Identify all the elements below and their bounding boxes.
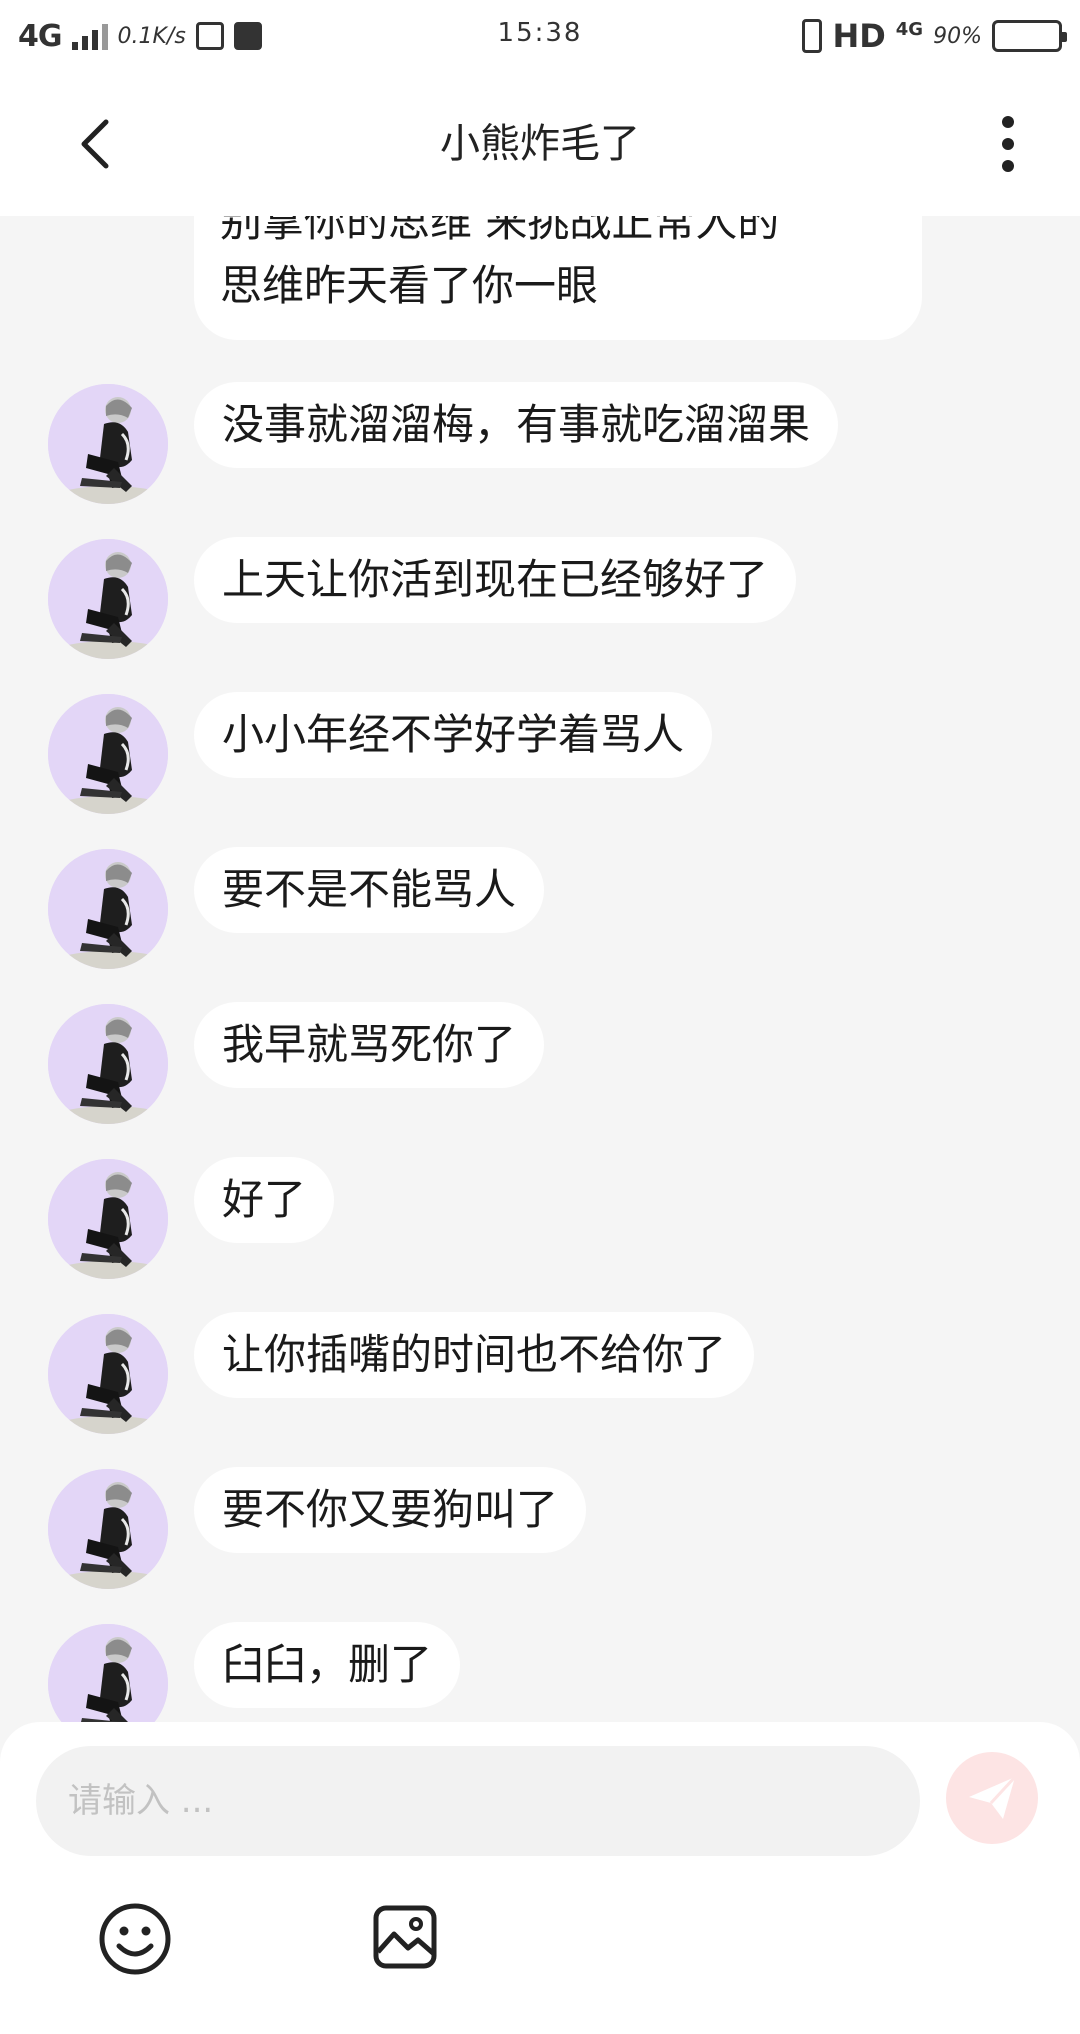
app-header: 小熊炸毛了	[0, 72, 1080, 216]
send-button[interactable]	[946, 1752, 1038, 1844]
avatar-image-icon	[48, 1004, 168, 1124]
message-line: 别拿你的思维 来挑战正常人的	[220, 216, 780, 246]
vibrate-icon	[802, 19, 823, 53]
page-title: 小熊炸毛了	[440, 121, 640, 167]
message-text: 上天让你活到现在已经够好了	[222, 555, 769, 604]
avatar-image-icon	[48, 694, 168, 814]
chevron-left-icon	[81, 119, 109, 169]
avatar-image-icon	[48, 1469, 168, 1589]
message-row: 上天让你活到现在已经够好了	[48, 537, 1048, 661]
avatar[interactable]	[48, 694, 168, 814]
avatar-image-icon	[48, 1624, 168, 1722]
message-text: 我早就骂死你了	[222, 1020, 517, 1069]
avatar[interactable]	[48, 1624, 168, 1722]
back-button[interactable]	[64, 112, 128, 176]
send-icon	[969, 1775, 1017, 1819]
avatar-image-icon	[48, 1159, 168, 1279]
input-area	[0, 1722, 1080, 2034]
avatar[interactable]	[48, 1314, 168, 1434]
message-row: 我早就骂死你了	[48, 1002, 1048, 1126]
message-row: 小小年经不学好学着骂人	[48, 692, 1048, 816]
avatar[interactable]	[48, 1004, 168, 1124]
more-vertical-icon	[1002, 116, 1014, 172]
message-input[interactable]	[36, 1746, 920, 1856]
message-bubble[interactable]: 没事就溜溜梅，有事就吃溜溜果	[194, 382, 839, 468]
status-right: HD 4G 90%	[802, 14, 1067, 58]
avatar[interactable]	[48, 539, 168, 659]
message-bubble[interactable]: 我早就骂死你了	[194, 1002, 545, 1088]
message-bubble-partial[interactable]: 别拿你的思维 来挑战正常人的 思维昨天看了你一眼	[194, 216, 922, 340]
message-line: 思维昨天看了你一眼	[220, 261, 599, 310]
message-bubble[interactable]: 臼臼，删了	[194, 1622, 461, 1708]
message-row: 臼臼，删了	[48, 1622, 1048, 1722]
message-row: 让你插嘴的时间也不给你了	[48, 1312, 1048, 1436]
status-bar: 4G 0.1K/s 15:38 HD 4G 90%	[0, 0, 1080, 72]
image-button[interactable]	[372, 1904, 438, 1970]
image-icon	[373, 1905, 437, 1969]
message-text: 小小年经不学好学着骂人	[222, 710, 685, 759]
message-row: 要不是不能骂人	[48, 847, 1048, 971]
hd-label: HD	[832, 17, 886, 55]
message-text: 好了	[222, 1175, 307, 1224]
avatar-image-icon	[48, 849, 168, 969]
avatar[interactable]	[48, 849, 168, 969]
avatar-image-icon	[48, 384, 168, 504]
avatar[interactable]	[48, 1469, 168, 1589]
message-row: 没事就溜溜梅，有事就吃溜溜果	[48, 382, 1048, 506]
chat-area[interactable]: 别拿你的思维 来挑战正常人的 思维昨天看了你一眼 没事就溜溜梅，有事就吃溜溜果	[0, 216, 1080, 1722]
message-row: 好了	[48, 1157, 1048, 1281]
message-bubble[interactable]: 让你插嘴的时间也不给你了	[194, 1312, 755, 1398]
avatar-image-icon	[48, 539, 168, 659]
message-bubble[interactable]: 好了	[194, 1157, 335, 1243]
emoji-icon	[99, 1903, 171, 1975]
avatar[interactable]	[48, 1159, 168, 1279]
network-type-small: 4G	[895, 18, 924, 40]
message-row: 要不你又要狗叫了	[48, 1467, 1048, 1591]
message-text: 要不你又要狗叫了	[222, 1485, 559, 1534]
message-text: 没事就溜溜梅，有事就吃溜溜果	[222, 400, 811, 449]
battery-percent: 90%	[933, 23, 982, 49]
message-text: 让你插嘴的时间也不给你了	[222, 1330, 727, 1379]
message-bubble[interactable]: 上天让你活到现在已经够好了	[194, 537, 797, 623]
emoji-button[interactable]	[98, 1902, 172, 1976]
battery-icon	[992, 20, 1067, 52]
more-button[interactable]	[980, 112, 1036, 176]
message-bubble[interactable]: 要不你又要狗叫了	[194, 1467, 587, 1553]
message-text: 臼臼，删了	[222, 1640, 433, 1689]
message-text: 要不是不能骂人	[222, 865, 517, 914]
avatar[interactable]	[48, 384, 168, 504]
avatar-image-icon	[48, 1314, 168, 1434]
message-bubble[interactable]: 要不是不能骂人	[194, 847, 545, 933]
message-bubble[interactable]: 小小年经不学好学着骂人	[194, 692, 713, 778]
